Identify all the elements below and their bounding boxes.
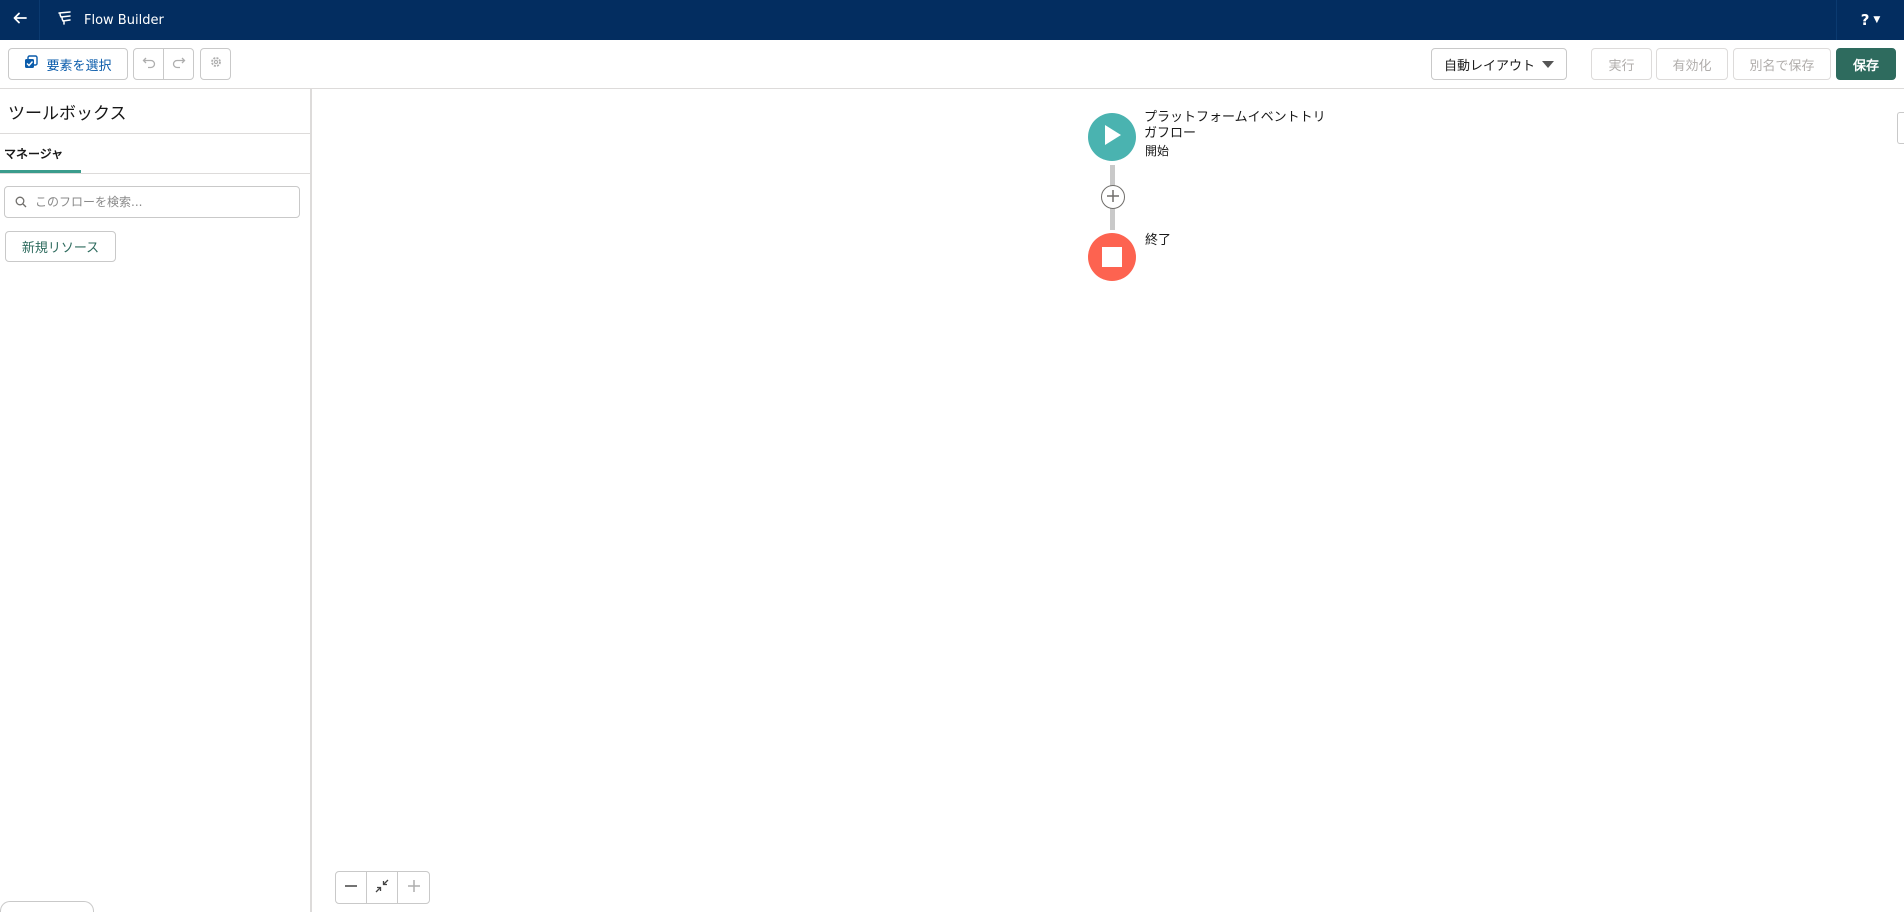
search-box	[4, 186, 300, 218]
start-node-title: プラットフォームイベントトリガフロー	[1144, 110, 1326, 141]
flow-canvas[interactable]	[314, 89, 1904, 912]
back-button[interactable]	[0, 0, 40, 40]
contract-icon	[375, 878, 389, 897]
save-button[interactable]: 保存	[1836, 48, 1896, 80]
utility-bar-tab[interactable]	[0, 901, 94, 912]
toolbox-panel: ツールボックス マネージャ 新規リソース	[0, 89, 312, 912]
plus-icon	[407, 878, 421, 897]
save-as-button[interactable]: 別名で保存	[1733, 48, 1831, 80]
toolbox-title: ツールボックス	[8, 104, 127, 124]
end-node-title: 終了	[1145, 233, 1172, 248]
start-node[interactable]	[1088, 113, 1136, 161]
search-input[interactable]	[35, 195, 285, 209]
flow-icon	[56, 9, 74, 31]
end-node[interactable]	[1088, 233, 1136, 281]
fit-to-view-button[interactable]	[367, 872, 398, 903]
chevron-down-icon: ▼	[1873, 15, 1881, 25]
play-icon	[1101, 123, 1123, 151]
activate-button[interactable]: 有効化	[1656, 48, 1728, 80]
zoom-in-button[interactable]	[398, 872, 429, 903]
chevron-down-icon	[1542, 61, 1554, 68]
app-brand: Flow Builder	[56, 0, 164, 40]
panel-expand-handle[interactable]	[1897, 112, 1904, 144]
run-button[interactable]: 実行	[1591, 48, 1652, 80]
divider	[0, 173, 310, 174]
plus-icon	[1106, 188, 1120, 207]
zoom-out-button[interactable]	[336, 872, 367, 903]
stop-icon	[1102, 247, 1122, 267]
undo-icon	[142, 55, 156, 73]
divider	[0, 133, 310, 134]
flow-toolbar: 要素を選択 自動レイアウト 実行 有効化 別名で保存 保存	[0, 40, 1904, 89]
zoom-controls	[335, 871, 430, 904]
select-elements-button[interactable]: 要素を選択	[8, 48, 128, 80]
help-menu-button[interactable]: ? ▼	[1836, 0, 1904, 40]
select-checkbox-icon	[24, 55, 39, 73]
new-resource-button[interactable]: 新規リソース	[5, 231, 116, 262]
minus-icon	[344, 878, 358, 897]
start-node-subtitle: 開始	[1145, 144, 1170, 158]
search-icon	[15, 193, 27, 212]
help-icon: ?	[1860, 11, 1870, 29]
layout-mode-value: 自動レイアウト	[1444, 58, 1536, 74]
app-title: Flow Builder	[84, 12, 164, 28]
settings-button[interactable]	[200, 48, 231, 80]
redo-icon	[172, 55, 186, 73]
add-element-button[interactable]	[1101, 185, 1125, 209]
layout-mode-select[interactable]: 自動レイアウト	[1431, 48, 1567, 80]
redo-button[interactable]	[163, 48, 194, 80]
select-elements-label: 要素を選択	[46, 58, 112, 74]
tab-manager[interactable]: マネージャ	[0, 139, 81, 173]
undo-button[interactable]	[133, 48, 164, 80]
global-header: Flow Builder ? ▼	[0, 0, 1904, 40]
gear-icon	[209, 55, 223, 73]
arrow-left-icon	[12, 10, 28, 30]
